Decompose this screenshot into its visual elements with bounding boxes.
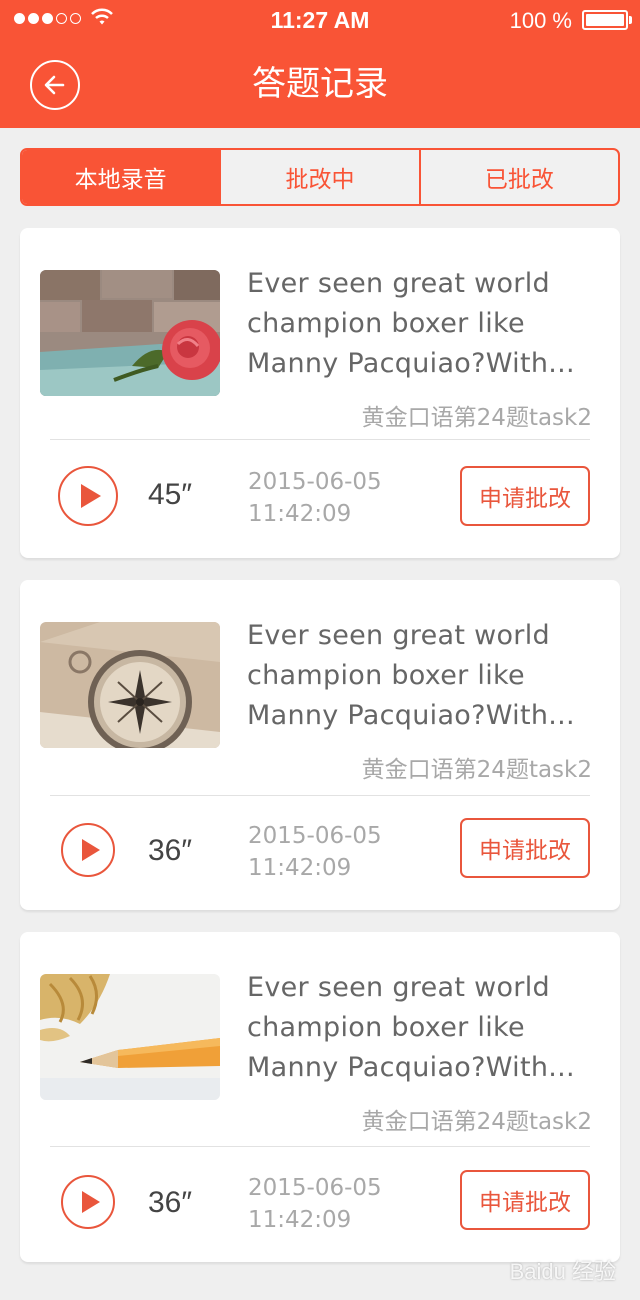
request-grading-button[interactable]: 申请批改 [460, 1170, 590, 1230]
tab-bar: 本地录音 批改中 已批改 [20, 148, 620, 206]
request-grading-button[interactable]: 申请批改 [460, 818, 590, 878]
play-button[interactable] [61, 1175, 115, 1229]
play-icon [82, 1191, 100, 1213]
thumbnail-rose-image [40, 270, 220, 396]
record-datetime: 2015-06-05 11:42:09 [248, 820, 382, 884]
divider [50, 1146, 590, 1147]
page-title: 答题记录 [252, 64, 388, 104]
record-card[interactable]: Ever seen great world champion boxer lik… [20, 580, 620, 910]
record-time: 11:42:09 [248, 1207, 352, 1233]
watermark-logo: Baidu 经验 [509, 1259, 616, 1284]
record-subtitle: 黄金口语第24题task2 [361, 1109, 592, 1135]
record-duration: 45″ [148, 478, 192, 511]
request-grading-button[interactable]: 申请批改 [460, 466, 590, 526]
play-button[interactable] [58, 466, 118, 526]
record-time: 11:42:09 [248, 855, 352, 881]
record-date: 2015-06-05 [248, 1175, 382, 1201]
header-bar: 11:27 AM 100 % 答题记录 [0, 0, 640, 128]
record-card[interactable]: Ever seen great world champion boxer lik… [20, 228, 620, 558]
play-button[interactable] [61, 823, 115, 877]
record-datetime: 2015-06-05 11:42:09 [248, 1172, 382, 1236]
divider [50, 795, 590, 796]
record-title: Ever seen great world champion boxer lik… [247, 268, 575, 379]
record-date: 2015-06-05 [248, 469, 382, 495]
record-subtitle: 黄金口语第24题task2 [361, 757, 592, 783]
record-time: 11:42:09 [248, 501, 352, 527]
battery-icon [582, 10, 632, 30]
record-date: 2015-06-05 [248, 823, 382, 849]
thumbnail-compass-image [40, 622, 220, 748]
tab-local-recordings[interactable]: 本地录音 [22, 150, 220, 204]
record-subtitle: 黄金口语第24题task2 [361, 405, 592, 431]
record-card[interactable]: Ever seen great world champion boxer lik… [20, 932, 620, 1262]
record-duration: 36″ [148, 1186, 192, 1219]
status-bar: 11:27 AM 100 % [0, 0, 640, 40]
play-icon [81, 484, 101, 508]
divider [50, 439, 590, 440]
play-icon [82, 839, 100, 861]
tab-graded[interactable]: 已批改 [418, 150, 618, 204]
record-datetime: 2015-06-05 11:42:09 [248, 466, 382, 530]
record-duration: 36″ [148, 834, 192, 867]
thumbnail-pencil-image [40, 974, 220, 1100]
tab-grading-in-progress[interactable]: 批改中 [219, 150, 418, 204]
record-title: Ever seen great world champion boxer lik… [247, 620, 575, 731]
record-title: Ever seen great world champion boxer lik… [247, 972, 575, 1083]
battery-percentage: 100 % [509, 8, 572, 33]
